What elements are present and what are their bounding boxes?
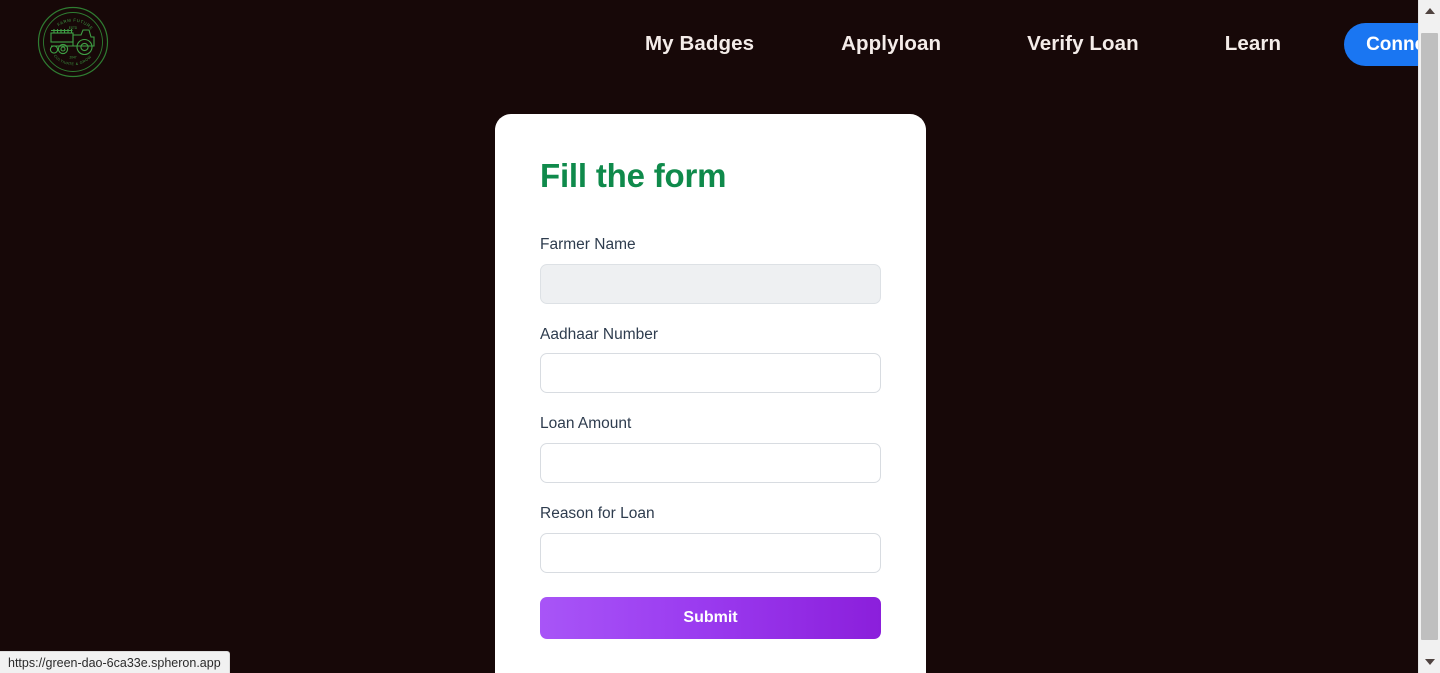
page-viewport: FARM FUTURE CULTIVATE & GROW ESTD 2047 M… <box>0 0 1418 673</box>
nav-link-learn[interactable]: Learn <box>1225 33 1281 55</box>
scroll-down-arrow-icon <box>1424 659 1435 665</box>
connect-wallet-button[interactable]: Connect Wallet <box>1344 22 1418 66</box>
label-farmer-name: Farmer Name <box>540 236 636 254</box>
scroll-up-arrow-icon <box>1424 8 1435 14</box>
svg-text:ESTD: ESTD <box>69 26 78 30</box>
scrollbar-thumb[interactable] <box>1421 33 1438 640</box>
top-navigation-bar: FARM FUTURE CULTIVATE & GROW ESTD 2047 M… <box>0 0 1418 88</box>
nav-link-verify-loan[interactable]: Verify Loan <box>1027 33 1139 55</box>
nav-link-applyloan[interactable]: Applyloan <box>841 33 941 55</box>
input-aadhaar-number[interactable] <box>540 353 881 394</box>
loan-application-form-card: Fill the form Farmer Name Aadhaar Number… <box>495 114 926 673</box>
scrollbar-up-button[interactable] <box>1419 0 1440 22</box>
field-group-farmer-name: Farmer Name <box>540 236 881 304</box>
input-reason-for-loan[interactable] <box>540 532 881 573</box>
submit-button[interactable]: Submit <box>540 596 881 639</box>
site-logo[interactable]: FARM FUTURE CULTIVATE & GROW ESTD 2047 <box>37 6 109 78</box>
nav-links: My Badges Applyloan Verify Loan Learn Co… <box>645 0 1418 88</box>
form-title: Fill the form <box>540 157 727 194</box>
svg-text:2047: 2047 <box>69 56 76 60</box>
field-group-loan-amount: Loan Amount <box>540 415 881 484</box>
field-group-aadhaar-number: Aadhaar Number <box>540 326 881 394</box>
input-loan-amount[interactable] <box>540 443 881 484</box>
input-farmer-name[interactable] <box>540 263 881 304</box>
field-group-reason-for-loan: Reason for Loan <box>540 505 881 573</box>
status-bar-url: https://green-dao-6ca33e.spheron.app <box>0 651 230 673</box>
label-reason-for-loan: Reason for Loan <box>540 505 655 523</box>
farm-tractor-circular-emblem-icon: FARM FUTURE CULTIVATE & GROW ESTD 2047 <box>37 6 109 78</box>
label-loan-amount: Loan Amount <box>540 415 632 433</box>
label-aadhaar-number: Aadhaar Number <box>540 325 659 343</box>
page-scrollbar[interactable] <box>1418 0 1440 673</box>
nav-link-my-badges[interactable]: My Badges <box>645 33 754 55</box>
scrollbar-down-button[interactable] <box>1419 651 1440 673</box>
